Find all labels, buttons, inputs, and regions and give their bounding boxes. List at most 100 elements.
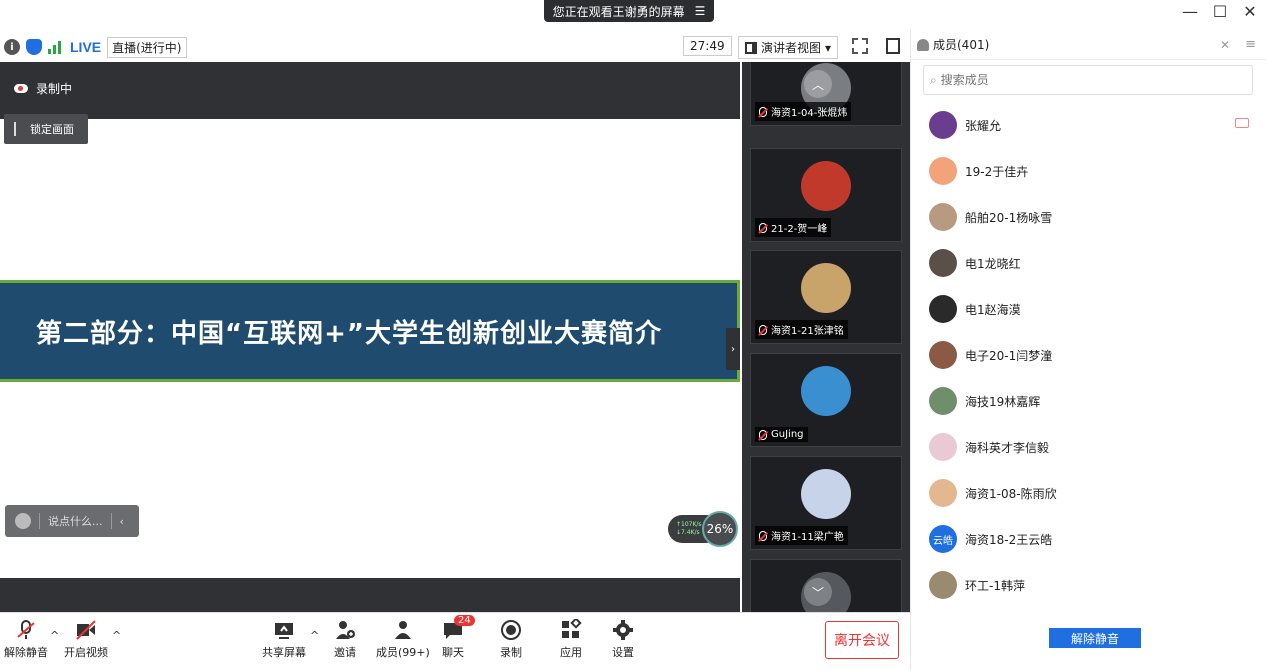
comment-placeholder: 说点什么... [48, 515, 103, 528]
participant-name-text: GuJing [771, 429, 804, 440]
meeting-timer: 27:49 [683, 36, 732, 56]
comment-input[interactable]: 说点什么... ‹ [5, 505, 139, 537]
menu-icon[interactable]: ☰ [695, 4, 706, 18]
participant-name-text: 海资1-21张津铭 [771, 326, 844, 337]
video-tile[interactable]: 海资1-11梁广艳 [750, 456, 902, 550]
top-banner: 您正在观看王谢勇的屏幕 ☰ — ☐ ✕ [0, 0, 1266, 30]
audio-options-caret[interactable]: ^ [50, 629, 59, 642]
fullscreen-icon[interactable] [852, 38, 868, 54]
search-input[interactable] [940, 73, 1221, 87]
member-name: 海资1-08-陈雨欣 [965, 486, 1057, 501]
avatar [929, 571, 957, 599]
divider [110, 513, 112, 529]
list-item[interactable]: 张耀允 [911, 102, 1266, 148]
maximize-icon[interactable]: ☐ [1212, 2, 1228, 21]
invite-label: 邀请 [334, 646, 356, 659]
sharing-text: 您正在观看王谢勇的屏幕 [552, 4, 685, 19]
unmute-all-button[interactable]: 解除静音 [1049, 628, 1141, 648]
chat-button[interactable]: 24 聊天 [442, 615, 475, 660]
live-status[interactable]: 直播(进行中) [107, 36, 187, 58]
avatar: 云皓 [929, 525, 957, 553]
participant-name: 21-2-贺一峰 [755, 218, 832, 237]
stage-footer [0, 578, 740, 612]
start-video-button[interactable]: 开启视频 [64, 619, 108, 660]
member-name: 电1赵海漠 [965, 302, 1021, 317]
video-options-caret[interactable]: ^ [112, 629, 121, 642]
view-mode-dropdown[interactable]: 演讲者视图 ▾ [738, 36, 839, 59]
camera-off-icon [1235, 118, 1249, 128]
scroll-up-button[interactable]: ︿ [804, 70, 832, 98]
cloud-record-icon [14, 84, 28, 93]
list-item[interactable]: 电1赵海漠 [911, 286, 1266, 332]
cpu-usage-indicator[interactable]: 26% [702, 511, 738, 547]
scroll-down-button[interactable]: ﹀ [804, 578, 832, 606]
participant-name: 海资1-21张津铭 [755, 320, 848, 339]
toggle-panel-icon[interactable] [886, 38, 900, 54]
avatar [801, 469, 851, 519]
close-icon[interactable]: ✕ [1220, 38, 1230, 52]
video-tile[interactable]: 21-2-贺一峰 [750, 148, 902, 242]
participant-name-text: 21-2-贺一峰 [771, 224, 828, 235]
collapse-strip-button[interactable]: › [726, 328, 740, 370]
members-icon [394, 621, 411, 639]
info-icon[interactable]: i [4, 39, 20, 55]
recording-indicator: 录制中 [14, 80, 72, 97]
share-options-caret[interactable]: ^ [310, 629, 319, 642]
member-name: 环工-1韩萍 [965, 578, 1025, 593]
emoji-icon[interactable] [15, 513, 31, 529]
lock-view-button[interactable]: 锁定画面 [4, 114, 88, 144]
video-tile[interactable]: 海资1-21张津铭 [750, 250, 902, 344]
member-name: 海技19林嘉辉 [965, 394, 1041, 409]
record-label: 录制 [500, 646, 522, 659]
minimize-icon[interactable]: — [1182, 2, 1198, 21]
members-header: 成员(401) ✕ ≡ [911, 30, 1266, 60]
avatar [929, 341, 957, 369]
collapse-comment-icon[interactable]: ‹ [120, 515, 124, 528]
share-screen-icon [275, 623, 293, 639]
window-controls: — ☐ ✕ [1182, 2, 1258, 21]
close-icon[interactable]: ✕ [1242, 2, 1258, 21]
member-list: 张耀允 19-2于佳卉 船舶20-1杨咏雪 电1龙晓红 电1赵海漠 电子20-1… [911, 102, 1266, 608]
menu-icon[interactable]: ≡ [1245, 37, 1256, 52]
unmute-button[interactable]: 解除静音 [4, 619, 48, 660]
member-name: 电1龙晓红 [965, 256, 1021, 271]
list-item[interactable]: 电1龙晓红 [911, 240, 1266, 286]
participant-name: 海资1-04-张焜炜 [755, 102, 852, 121]
mic-muted-icon [759, 530, 767, 541]
avatar [929, 203, 957, 231]
list-item[interactable]: 19-2于佳卉 [911, 148, 1266, 194]
chat-badge: 24 [454, 615, 475, 626]
member-name: 海科英才李信毅 [965, 440, 1050, 455]
search-box[interactable]: ⌕ [923, 65, 1253, 95]
list-item[interactable]: 环工-1韩萍 [911, 562, 1266, 608]
settings-button[interactable]: 设置 [612, 619, 634, 660]
unmute-label: 解除静音 [4, 646, 48, 659]
share-screen-button[interactable]: 共享屏幕 [262, 619, 306, 660]
list-item[interactable]: 云皓 海资18-2王云皓 [911, 516, 1266, 562]
members-button[interactable]: 成员(99+) [376, 619, 430, 660]
avatar [929, 387, 957, 415]
screen-share-notice[interactable]: 您正在观看王谢勇的屏幕 ☰ [544, 0, 714, 22]
members-icon [917, 38, 929, 51]
slide-title: 第二部分：中国“互联网+”大学生创新创业大赛简介 [36, 318, 662, 349]
shield-icon[interactable] [26, 39, 42, 55]
record-button[interactable]: 录制 [500, 619, 522, 660]
list-item[interactable]: 海资1-08-陈雨欣 [911, 470, 1266, 516]
speaker-view-icon [745, 41, 757, 54]
shared-screen: 录制中 锁定画面 第二部分：中国“互联网+”大学生创新创业大赛简介 › 说点什么… [0, 62, 740, 612]
list-item[interactable]: 电子20-1闫梦潼 [911, 332, 1266, 378]
list-item[interactable]: 海技19林嘉辉 [911, 378, 1266, 424]
participant-name: GuJing [755, 427, 808, 442]
participant-name-text: 海资1-04-张焜炜 [771, 108, 848, 119]
list-item[interactable]: 海科英才李信毅 [911, 424, 1266, 470]
signal-icon[interactable] [48, 40, 64, 54]
video-tile[interactable]: GuJing [750, 353, 902, 447]
pin-icon [14, 122, 22, 136]
invite-button[interactable]: 邀请 [334, 619, 356, 660]
meeting-toolbar: 解除静音 ^ 开启视频 ^ 共享屏幕 ^ 邀请 成员(99+) 24 聊天 录制… [0, 612, 910, 670]
apps-button[interactable]: 应用 [560, 619, 582, 660]
list-item[interactable]: 船舶20-1杨咏雪 [911, 194, 1266, 240]
leave-meeting-button[interactable]: 离开会议 [825, 621, 899, 659]
avatar [801, 366, 851, 416]
mic-muted-icon [17, 620, 35, 639]
